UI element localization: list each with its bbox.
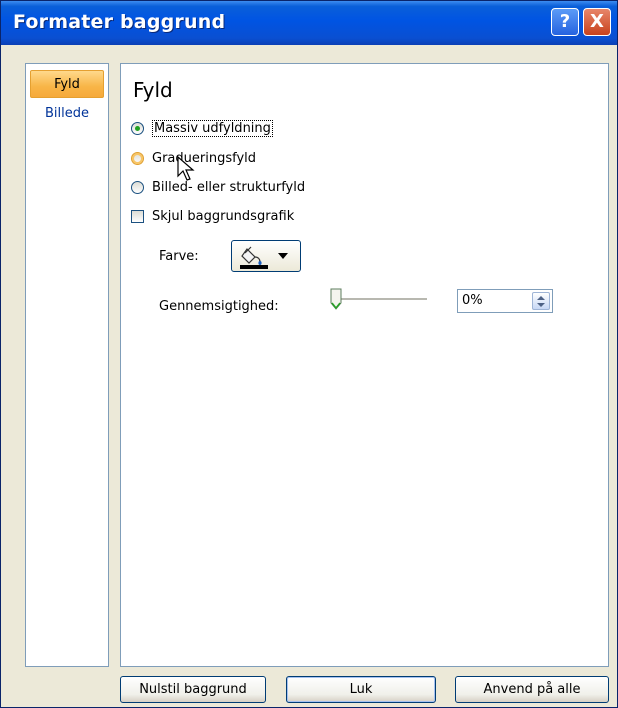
title-bar[interactable]: Formater baggrund ? X <box>1 1 617 45</box>
color-picker-button[interactable] <box>231 240 301 272</box>
chevron-down-icon[interactable] <box>278 253 288 259</box>
solid-fill-radio[interactable] <box>131 121 144 135</box>
hide-graphics-checkbox[interactable] <box>131 209 144 223</box>
apply-to-all-button[interactable]: Anvend på alle <box>455 676 609 703</box>
transparency-label: Gennemsigtighed: <box>159 299 279 314</box>
transparency-slider[interactable] <box>331 298 427 301</box>
hide-graphics-label: Skjul baggrundsgrafik <box>152 208 295 224</box>
close-window-button[interactable]: X <box>583 8 611 36</box>
close-button[interactable]: Luk <box>286 676 436 703</box>
transparency-input[interactable]: 0% <box>457 289 553 313</box>
color-label: Farve: <box>159 249 199 264</box>
spin-up-icon[interactable] <box>537 296 545 300</box>
category-nav: Fyld Billede <box>25 63 109 667</box>
picture-fill-option[interactable]: Billed- eller strukturfyld <box>131 177 305 197</box>
section-heading: Fyld <box>133 78 173 102</box>
reset-background-button[interactable]: Nulstil baggrund <box>120 676 266 703</box>
nav-item-picture[interactable]: Billede <box>30 100 104 128</box>
transparency-spinner[interactable] <box>532 292 550 310</box>
solid-fill-option[interactable]: Massiv udfyldning <box>131 118 273 138</box>
slider-thumb[interactable] <box>330 288 342 310</box>
picture-fill-label: Billed- eller strukturfyld <box>152 179 306 195</box>
hide-graphics-option[interactable]: Skjul baggrundsgrafik <box>131 206 294 226</box>
fill-panel: Fyld Massiv udfyldning Gradueringsfyld B… <box>120 63 609 667</box>
format-background-dialog: Formater baggrund ? X Fyld Billede Fyld … <box>0 0 618 708</box>
mouse-pointer-icon <box>177 156 195 181</box>
spin-down-icon[interactable] <box>537 303 545 307</box>
help-button[interactable]: ? <box>551 8 579 36</box>
gradient-fill-radio[interactable] <box>131 151 144 165</box>
transparency-value: 0% <box>462 293 483 308</box>
solid-fill-label: Massiv udfyldning <box>152 119 273 137</box>
paint-bucket-icon <box>241 246 262 265</box>
gradient-fill-label: Gradueringsfyld <box>152 150 256 166</box>
nav-item-fill[interactable]: Fyld <box>30 70 104 98</box>
dialog-title: Formater baggrund <box>13 11 226 33</box>
picture-fill-radio[interactable] <box>131 180 144 194</box>
color-swatch <box>240 265 268 269</box>
